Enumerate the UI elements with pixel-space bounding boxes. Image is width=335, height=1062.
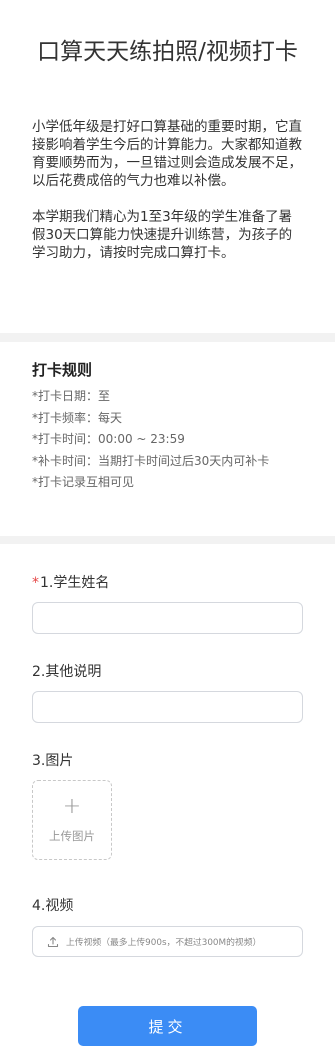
plus-icon: + (62, 794, 82, 819)
rules-title: 打卡规则 (32, 361, 93, 379)
other-notes-input[interactable] (32, 691, 303, 723)
video-label: 4.视频 (32, 898, 74, 914)
video-upload-button[interactable]: 上传视频（最多上传900s，不超过300M的视频） (32, 926, 303, 957)
other-notes-label: 2.其他说明 (32, 664, 102, 680)
section-divider (0, 333, 335, 342)
rule-item: *打卡频率：每天 (32, 410, 123, 425)
submit-button[interactable]: 提交 (78, 1006, 257, 1046)
rule-item: *打卡日期：至 (32, 389, 111, 403)
rule-item: *打卡时间：00:00 ~ 23:59 (32, 432, 185, 446)
page-title: 口算天天练拍照/视频打卡 (37, 39, 298, 65)
image-upload-label: 上传图片 (49, 829, 95, 843)
rule-item: *打卡记录互相可见 (32, 475, 135, 489)
image-upload-button[interactable]: + 上传图片 (32, 780, 112, 860)
student-name-label: *1.学生姓名 (32, 573, 109, 593)
intro-text: 小学低年级是打好口算基础的重要时期，它直接影响着学生今后的计算能力。大家都知道教… (32, 118, 304, 262)
student-name-input[interactable] (32, 602, 303, 634)
intro-paragraph: 小学低年级是打好口算基础的重要时期，它直接影响着学生今后的计算能力。大家都知道教… (32, 119, 302, 189)
intro-paragraph: 本学期我们精心为1至3年级的学生准备了暑假30天口算能力快速提升训练营，为孩子的… (32, 209, 293, 261)
rules-list: *打卡日期：至 *打卡频率：每天 *打卡时间：00:00 ~ 23:59 *补卡… (32, 386, 304, 494)
student-name-label-text: 1.学生姓名 (40, 575, 110, 591)
checkin-rules: 打卡规则 *打卡日期：至 *打卡频率：每天 *打卡时间：00:00 ~ 23:5… (32, 357, 304, 494)
section-divider (0, 536, 335, 544)
required-mark: * (32, 575, 39, 591)
rule-item: *补卡时间：当期打卡时间过后30天内可补卡 (32, 453, 270, 468)
upload-icon (47, 936, 59, 947)
image-label: 3.图片 (32, 753, 74, 769)
video-upload-label: 上传视频（最多上传900s，不超过300M的视频） (66, 938, 262, 948)
